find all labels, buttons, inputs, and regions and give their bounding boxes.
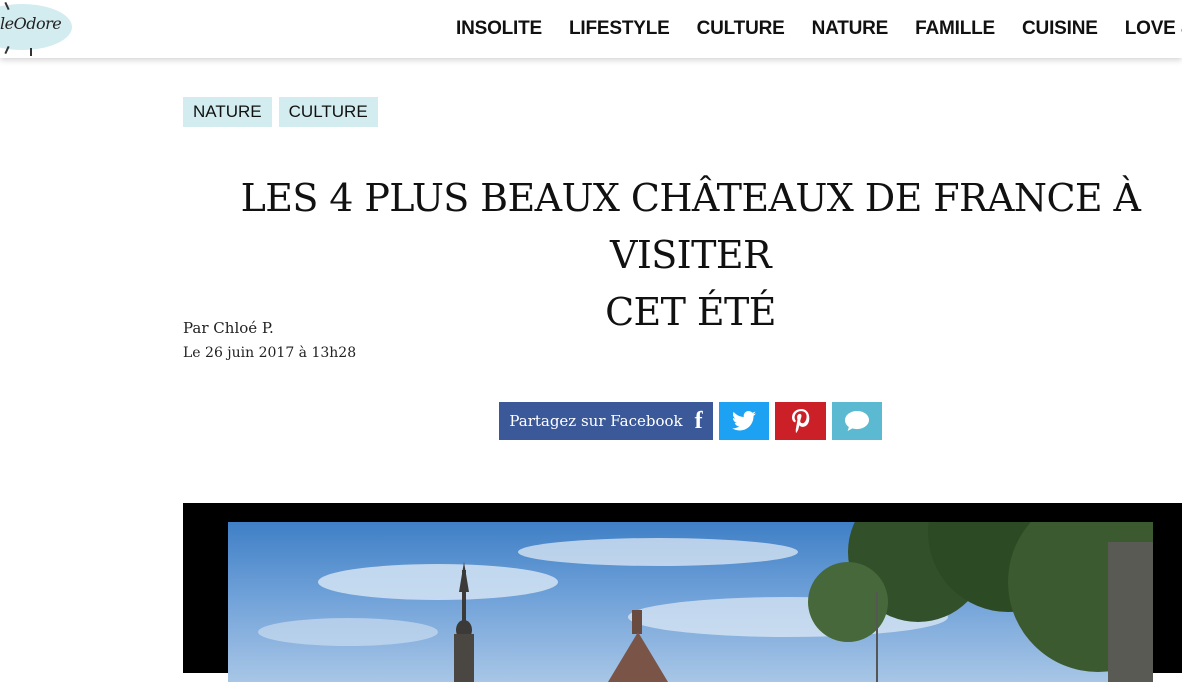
castle-photo-illustration	[258, 522, 1153, 682]
logo-ray	[4, 45, 10, 55]
publish-date: Le 26 juin 2017 à 13h28	[183, 345, 357, 361]
author-name[interactable]: Par Chloé P.	[183, 318, 356, 338]
nav-item-nature[interactable]: NATURE	[812, 18, 889, 40]
share-pinterest-button[interactable]	[775, 402, 826, 440]
facebook-icon: f	[694, 407, 703, 434]
article-image-frame	[183, 503, 1182, 682]
pinterest-icon	[791, 409, 809, 433]
article-photo	[228, 522, 1153, 682]
share-twitter-button[interactable]	[719, 402, 769, 440]
article-title: LES 4 PLUS BEAUX CHÂTEAUX DE FRANCE À VI…	[183, 170, 1182, 341]
nav-item-lifestyle[interactable]: LIFESTYLE	[569, 18, 670, 40]
tag-culture[interactable]: CULTURE	[278, 97, 378, 127]
twitter-icon	[732, 411, 756, 431]
tag-nature[interactable]: NATURE	[183, 97, 272, 127]
article-title-line1: LES 4 PLUS BEAUX CHÂTEAUX DE FRANCE À VI…	[240, 176, 1141, 277]
logo-text[interactable]: leOdore	[0, 14, 62, 33]
logo-ray	[4, 1, 10, 11]
share-bar: Partagez sur Facebook f	[499, 402, 882, 440]
article-tags: NATURE CULTURE	[183, 97, 385, 127]
logo-ray	[30, 48, 32, 56]
nav-item-cuisine[interactable]: CUISINE	[1022, 18, 1098, 40]
share-facebook-label: Partagez sur Facebook	[509, 412, 683, 430]
article-byline: Par Chloé P. Le 26 juin 2017 à 13h28	[183, 318, 356, 364]
article-title-line2: CET ÉTÉ	[605, 290, 776, 334]
nav-item-famille[interactable]: FAMILLE	[915, 18, 995, 40]
main-nav: INSOLITE LIFESTYLE CULTURE NATURE FAMILL…	[456, 0, 1182, 58]
nav-item-love[interactable]: LOVE &	[1125, 18, 1182, 40]
nav-item-insolite[interactable]: INSOLITE	[456, 18, 542, 40]
nav-item-culture[interactable]: CULTURE	[697, 18, 785, 40]
comment-icon	[845, 411, 869, 431]
share-facebook-button[interactable]: Partagez sur Facebook f	[499, 402, 713, 440]
share-comment-button[interactable]	[832, 402, 882, 440]
site-header: leOdore INSOLITE LIFESTYLE CULTURE NATUR…	[0, 0, 1182, 58]
